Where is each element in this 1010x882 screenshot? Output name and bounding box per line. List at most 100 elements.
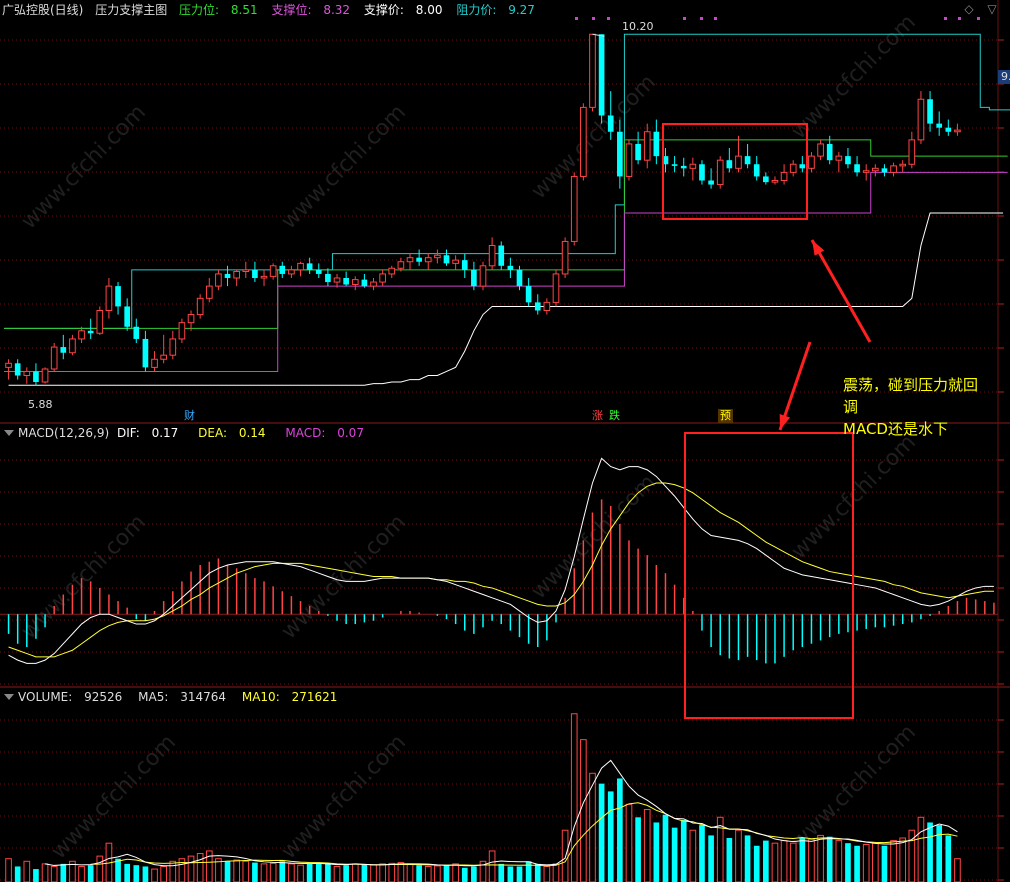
candle-body — [41, 368, 49, 383]
volume-bar — [561, 829, 569, 882]
volume-bar — [771, 842, 779, 882]
support-price-value: 8.00 — [415, 3, 443, 17]
volume-bar — [789, 842, 797, 882]
candle-body — [671, 164, 678, 166]
signal-dot — [977, 17, 980, 20]
candle-body — [479, 265, 487, 287]
ma10-label: MA10: — [241, 690, 280, 704]
candle-body — [69, 338, 76, 354]
annotation-line-1: 震荡，碰到压力就回 — [843, 376, 979, 394]
candle-body — [23, 370, 31, 376]
badge-zhang[interactable]: 涨 — [590, 409, 605, 423]
volume-bar — [552, 863, 560, 882]
candle-body — [288, 269, 295, 275]
pressure-label-text: 压力位: — [179, 3, 220, 17]
candle-body — [799, 164, 806, 169]
signal-dot — [575, 17, 578, 20]
support-label-text: 支撑位: — [271, 3, 312, 17]
candle-body — [498, 245, 505, 266]
resist-price-value: 9.27 — [508, 3, 535, 17]
volume-bar — [315, 862, 322, 882]
candle-body — [617, 131, 623, 177]
volume-bar — [635, 817, 641, 882]
candle-body — [315, 269, 322, 274]
dropdown-icon[interactable]: ▽ — [985, 2, 999, 16]
volume-bar — [388, 862, 396, 882]
candle-body — [945, 127, 952, 132]
badge-cai[interactable]: 财 — [182, 409, 197, 423]
volume-bar — [370, 864, 377, 882]
collapse-icon[interactable] — [4, 430, 14, 436]
volume-bar — [124, 863, 130, 882]
candle-body — [96, 310, 104, 334]
volume-bar — [96, 855, 104, 882]
macd-title: MACD(12,26,9) — [18, 426, 110, 440]
candle-body — [279, 265, 286, 274]
volume-bar — [351, 863, 359, 882]
watermark-text: www.cfchi.com — [17, 100, 151, 234]
volume-bar — [525, 861, 532, 882]
resist-price-label: 阻力价: 9.27 — [456, 3, 543, 17]
macd-label: MACD: — [285, 426, 326, 440]
candle-body — [388, 267, 396, 275]
candle-body — [899, 163, 907, 167]
ma10-readout: MA10: 271621 — [242, 690, 346, 704]
support-line — [4, 171, 1008, 372]
volume-panel-header: VOLUME: 92526 MA5: 314764 MA10: 271621 — [0, 688, 353, 706]
watermark-text: www.cfchi.com — [277, 730, 411, 864]
arrow-to-price-box-head — [812, 240, 825, 256]
signal-dot — [714, 17, 717, 20]
candle-body — [744, 156, 751, 165]
dif-label: DIF: — [116, 426, 140, 440]
candle-body — [854, 164, 860, 173]
volume-bar — [716, 816, 724, 882]
high-price-label: 10.20 — [622, 20, 654, 33]
price-panel-header: 广弘控股(日线) 压力支撑主图 压力位: 8.51 支撑位: 8.32 支撑价:… — [2, 1, 551, 19]
dea-value: 0.14 — [238, 426, 266, 440]
volume-bar — [871, 842, 879, 882]
volume-bar — [461, 867, 468, 882]
volume-bar — [826, 836, 833, 882]
candle-body — [14, 363, 21, 376]
support-price-label: 支撑价: 8.00 — [364, 3, 451, 17]
volume-bar — [14, 866, 21, 882]
volume-bar — [662, 814, 669, 882]
candle-body — [845, 156, 851, 165]
candle-body — [233, 271, 240, 279]
candle-body — [488, 245, 496, 267]
volume-readout: VOLUME: 92526 — [18, 690, 130, 704]
watermark-text: www.cfchi.com — [277, 100, 411, 234]
watermark-text: www.cfchi.com — [787, 720, 921, 854]
volume-bar — [279, 861, 286, 882]
candle-body — [160, 354, 167, 360]
volume-bar — [570, 713, 578, 882]
candle-body — [370, 281, 377, 287]
candle-body — [187, 314, 195, 324]
volume-bar — [41, 863, 49, 882]
annotation-line-3: MACD还是水下 — [843, 420, 948, 438]
volume-bar — [252, 862, 258, 882]
candle-body — [443, 255, 450, 264]
candle-body — [580, 106, 587, 177]
low-price-label: 5.88 — [28, 398, 53, 411]
candle-body — [142, 338, 149, 368]
candle-body — [333, 277, 341, 283]
macd-value: 0.07 — [337, 426, 364, 440]
candle-body — [124, 306, 130, 327]
volume-bar — [160, 865, 167, 882]
candle-body — [205, 285, 213, 299]
collapse-icon[interactable] — [4, 694, 14, 700]
diamond-icon[interactable]: ◇ — [962, 2, 976, 16]
badge-yu[interactable]: 预 — [718, 409, 733, 423]
watermark-text: www.cfchi.com — [47, 730, 181, 864]
volume-bar — [643, 809, 651, 882]
volume-bar — [151, 868, 158, 882]
badge-die[interactable]: 跌 — [607, 409, 622, 423]
signal-dot — [607, 17, 610, 20]
volume-bar — [325, 863, 331, 882]
volume-bar — [297, 864, 304, 882]
volume-bar — [269, 862, 277, 882]
volume-bar — [835, 840, 843, 882]
candle-body — [534, 302, 541, 311]
candle-body — [87, 330, 94, 334]
